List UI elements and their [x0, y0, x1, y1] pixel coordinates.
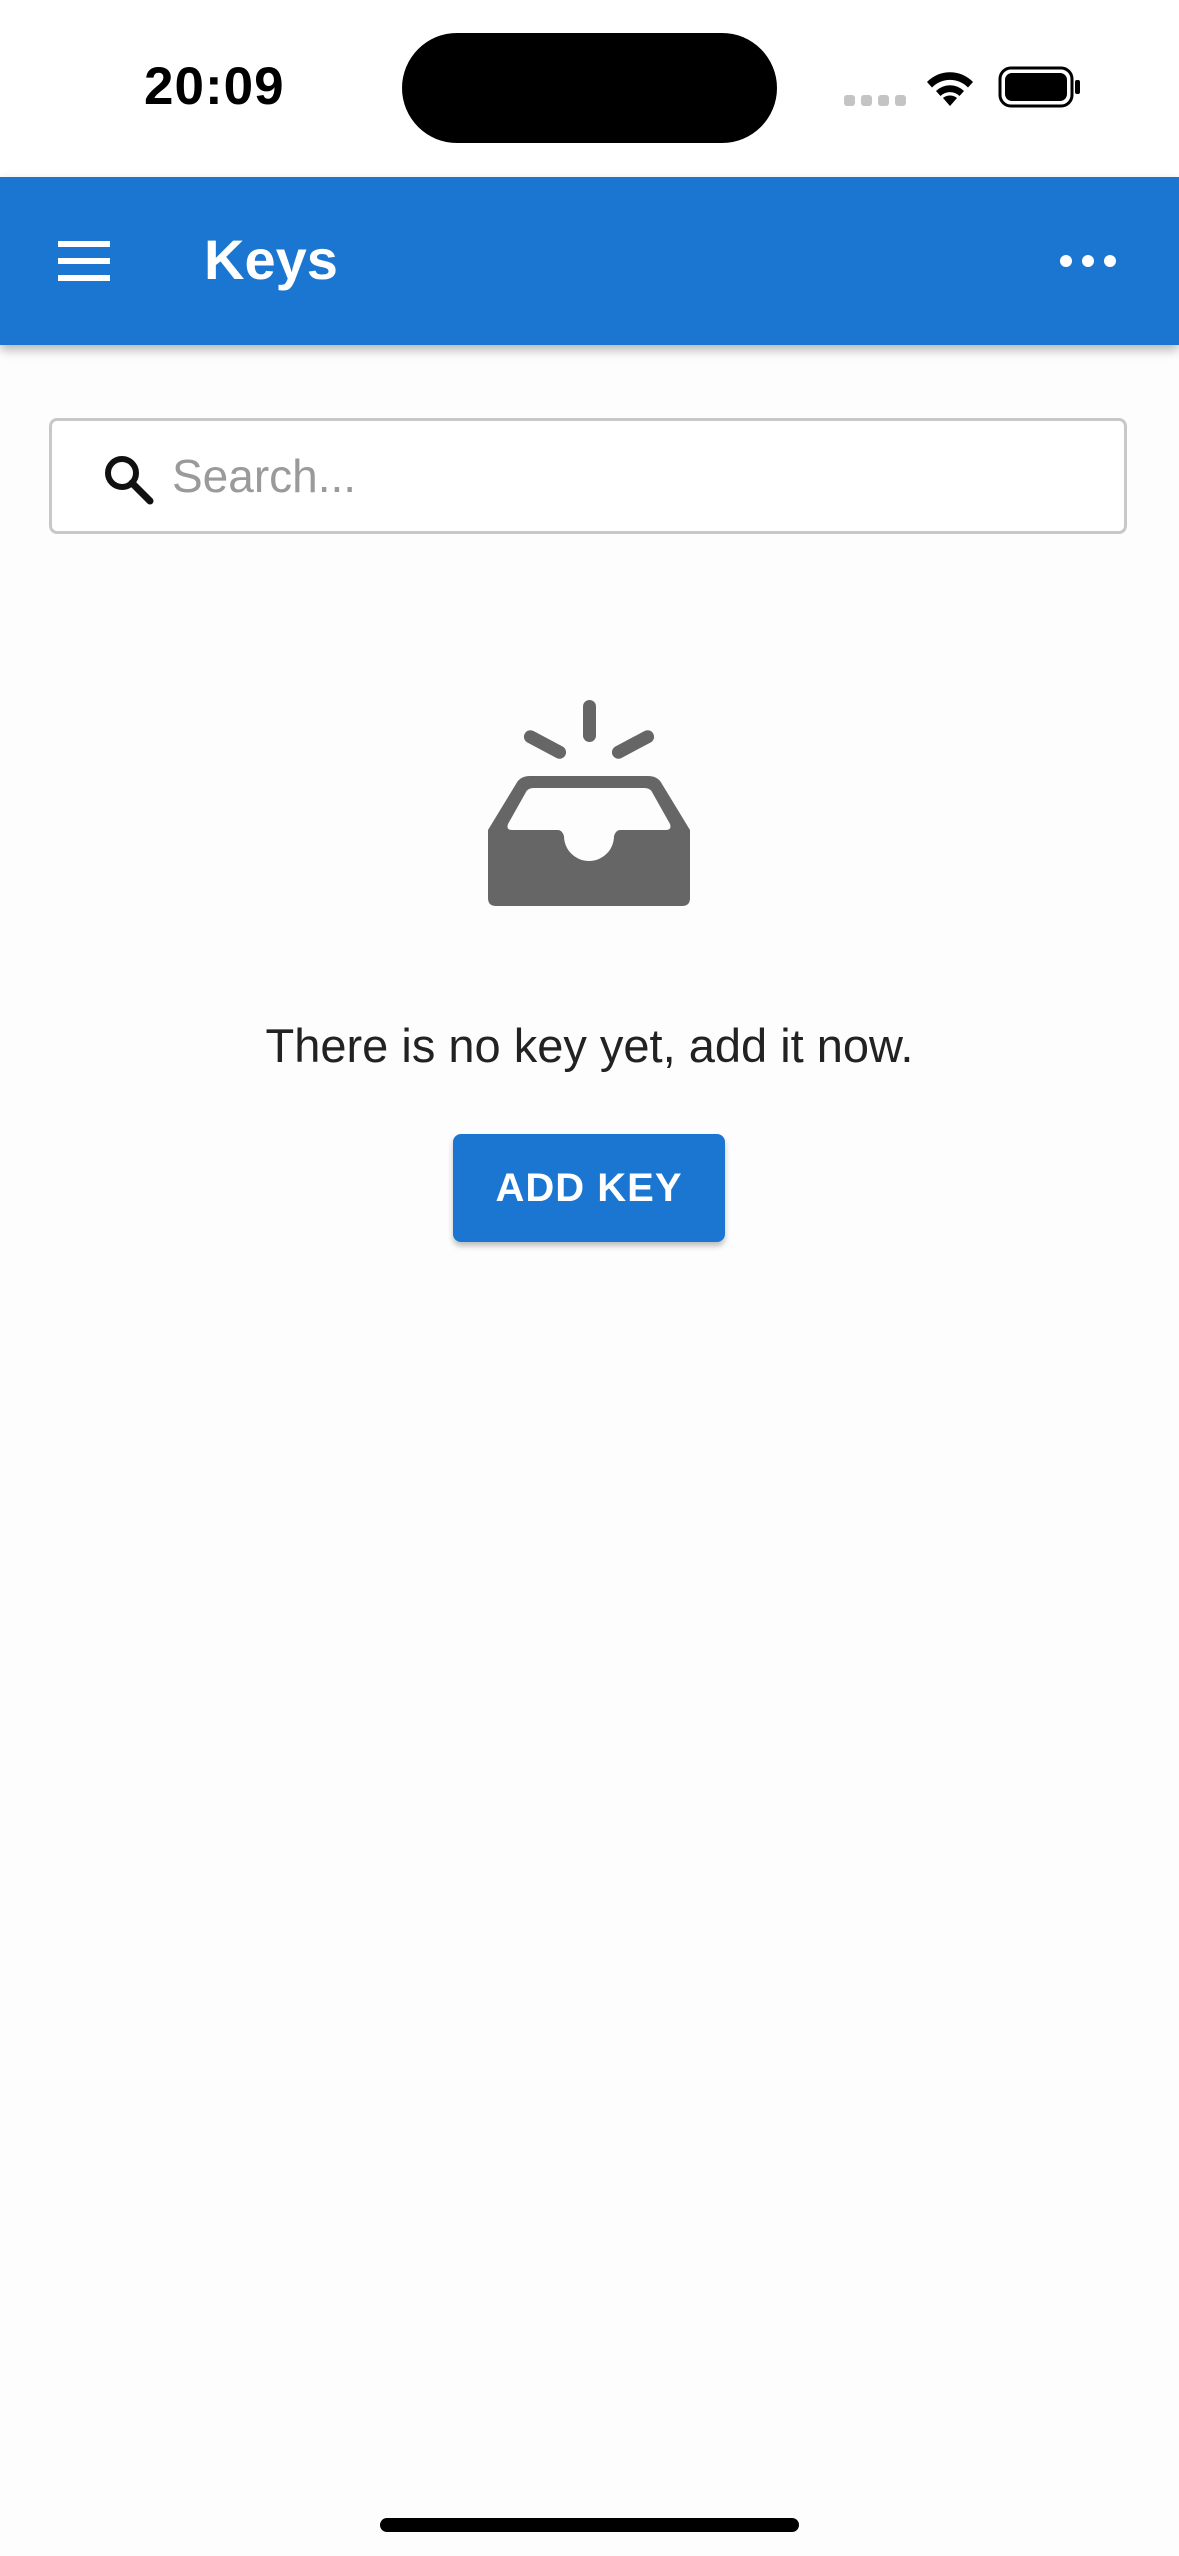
add-key-button[interactable]: ADD KEY	[453, 1134, 725, 1242]
more-options-button[interactable]	[1044, 217, 1132, 305]
status-time: 20:09	[144, 57, 285, 116]
page-title: Keys	[204, 228, 338, 291]
wifi-icon	[927, 72, 973, 106]
cellular-signal-icon	[844, 95, 906, 109]
search-icon	[105, 456, 154, 505]
menu-button[interactable]	[40, 217, 128, 305]
battery-icon	[998, 66, 1080, 108]
hamburger-menu-icon	[58, 241, 110, 281]
screen: 20:09 Keys Search... There is no key yet…	[0, 0, 1179, 2556]
search-box[interactable]	[49, 418, 1127, 534]
more-horizontal-icon	[1060, 255, 1116, 267]
app-bar: Keys	[0, 177, 1179, 345]
search-input[interactable]	[162, 421, 1112, 531]
empty-inbox-icon	[488, 700, 690, 906]
empty-state-message: There is no key yet, add it now.	[265, 1019, 914, 1072]
home-indicator[interactable]	[380, 2518, 799, 2532]
status-bar: 20:09	[0, 0, 1179, 177]
dynamic-island	[402, 33, 777, 143]
